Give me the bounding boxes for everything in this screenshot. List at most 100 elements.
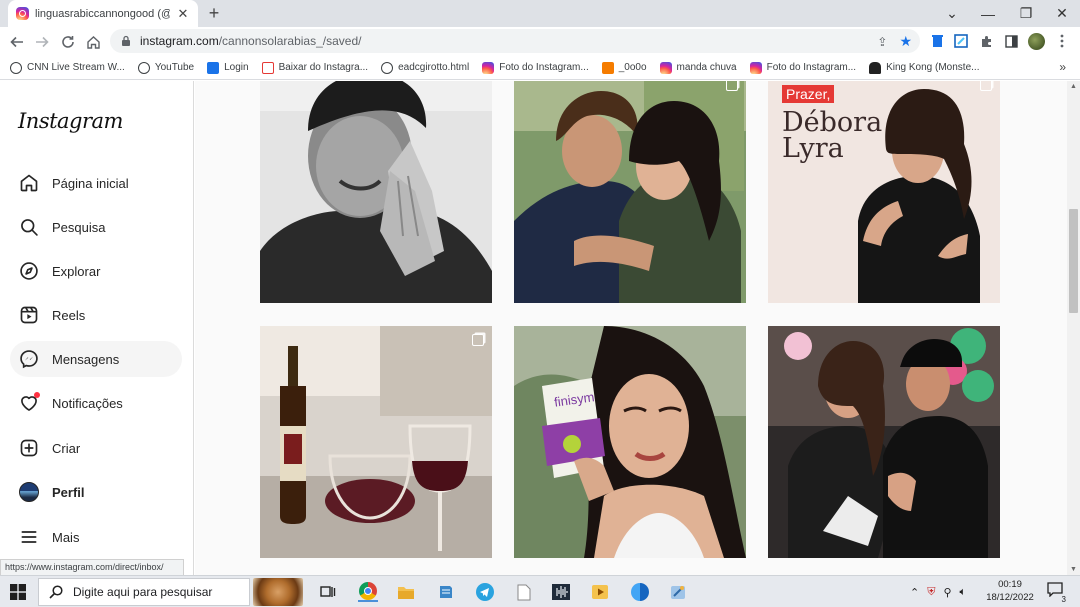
- nav-more[interactable]: Mais: [10, 519, 182, 555]
- saved-post-1[interactable]: [260, 81, 492, 303]
- carousel-icon: [726, 81, 738, 91]
- nav-messages[interactable]: Mensagens: [10, 341, 182, 377]
- nav-explore[interactable]: Explorar: [10, 253, 182, 289]
- close-window-icon[interactable]: ✕: [1044, 0, 1080, 27]
- more-bookmarks-icon[interactable]: »: [1059, 60, 1066, 74]
- notification-center-icon[interactable]: 3: [1044, 582, 1066, 604]
- saved-post-3[interactable]: Prazer, Débora Lyra: [768, 81, 1000, 303]
- avatar-icon: [19, 482, 39, 502]
- post-4-image: [260, 326, 492, 558]
- plus-square-icon: [18, 437, 40, 459]
- app-notes-icon[interactable]: [436, 582, 456, 602]
- volume-icon[interactable]: 🔈︎: [960, 586, 967, 599]
- bookmark-6[interactable]: _0o0o: [601, 61, 647, 74]
- restore-icon[interactable]: ❐: [1008, 0, 1044, 27]
- bookmark-0[interactable]: CNN Live Stream W...: [10, 61, 125, 74]
- extensions-puzzle-icon[interactable]: [977, 32, 995, 50]
- instagram-icon: [659, 61, 672, 74]
- minimize-icon[interactable]: —: [970, 0, 1006, 27]
- bookmark-8[interactable]: Foto do Instagram...: [749, 61, 856, 74]
- scroll-up-icon[interactable]: ▲: [1067, 83, 1080, 90]
- antivirus-icon[interactable]: ⛨: [927, 586, 935, 599]
- nav-reels[interactable]: Reels: [10, 297, 182, 333]
- taskbar-search[interactable]: Digite aqui para pesquisar: [38, 578, 250, 606]
- address-bar[interactable]: instagram.com/cannonsolarabias_/saved/ ⇪…: [110, 29, 920, 53]
- nav-profile[interactable]: Perfil: [10, 474, 182, 510]
- system-tray: ⌃ ⛨ ⚲ 🔈︎: [910, 576, 966, 607]
- menu-icon: [18, 526, 40, 548]
- nav-label: Criar: [52, 440, 81, 456]
- post-3-line1: Débora: [782, 107, 883, 138]
- instagram-favicon-icon: [16, 7, 29, 20]
- notification-count: 3: [1061, 595, 1066, 604]
- show-hidden-icons-icon[interactable]: ⌃: [910, 586, 919, 599]
- bookmark-7[interactable]: manda chuva: [659, 61, 737, 74]
- search-highlight-image[interactable]: [253, 578, 303, 606]
- network-icon[interactable]: ⚲: [943, 586, 951, 599]
- share-icon[interactable]: ⇪: [877, 35, 887, 49]
- carousel-icon: [472, 334, 484, 346]
- taskbar-clock[interactable]: 00:19 18/12/2022: [984, 578, 1036, 604]
- nav-home[interactable]: Página inicial: [10, 165, 182, 201]
- nav-label: Reels: [52, 307, 86, 323]
- instagram-icon: [482, 61, 495, 74]
- bookmarks-bar: CNN Live Stream W... YouTube Login Baixa…: [0, 56, 1080, 80]
- home-browser-icon[interactable]: [82, 31, 104, 53]
- search-icon: [18, 216, 40, 238]
- chrome-taskbar-icon[interactable]: [358, 582, 378, 602]
- saved-posts-grid: Prazer, Débora Lyra finisym: [195, 81, 1067, 575]
- task-view-icon[interactable]: [318, 582, 338, 602]
- reload-icon[interactable]: [57, 31, 79, 53]
- tab-title: linguasrabiccannongood (@cann: [35, 7, 170, 20]
- nav-create[interactable]: Criar: [10, 430, 182, 466]
- messenger-icon: [18, 348, 40, 370]
- bookmark-star-icon[interactable]: ★: [899, 33, 912, 50]
- saved-post-2[interactable]: [514, 81, 746, 303]
- browser-app-icon[interactable]: [630, 582, 650, 602]
- post-3-tag: Prazer,: [782, 85, 835, 103]
- side-panel-icon[interactable]: [1002, 32, 1020, 50]
- clock-date: 18/12/2022: [986, 592, 1034, 603]
- nav-label: Mensagens: [52, 351, 120, 367]
- carousel-icon: [980, 81, 992, 91]
- new-tab-icon[interactable]: +: [204, 3, 224, 24]
- instagram-logo[interactable]: Instagram: [18, 109, 123, 133]
- saved-post-4[interactable]: [260, 326, 492, 558]
- bookmark-4[interactable]: eadcgirotto.html: [381, 61, 469, 74]
- post-5-image: [514, 326, 746, 558]
- back-icon[interactable]: [6, 31, 28, 53]
- bookmark-3[interactable]: Baixar do Instagra...: [261, 61, 368, 74]
- home-icon: [18, 172, 40, 194]
- document-icon[interactable]: [514, 582, 534, 602]
- browser-toolbar: instagram.com/cannonsolarabias_/saved/ ⇪…: [0, 27, 1080, 56]
- extension-screen-icon[interactable]: [952, 32, 970, 50]
- page-scrollbar[interactable]: ▲ ▼: [1067, 81, 1080, 575]
- audio-editor-icon[interactable]: [551, 582, 571, 602]
- taskbar-search-placeholder: Digite aqui para pesquisar: [73, 585, 213, 599]
- forward-icon[interactable]: [31, 31, 53, 53]
- nav-search[interactable]: Pesquisa: [10, 209, 182, 245]
- bookmark-9[interactable]: King Kong (Monste...: [869, 61, 979, 74]
- telegram-icon[interactable]: [475, 582, 495, 602]
- extension-trash-icon[interactable]: [928, 32, 946, 50]
- windows-start-icon[interactable]: [10, 584, 26, 600]
- nav-notifications[interactable]: Notificações: [10, 385, 182, 421]
- scrollbar-thumb[interactable]: [1069, 209, 1078, 313]
- profile-avatar-icon[interactable]: [1027, 32, 1045, 50]
- bookmark-5[interactable]: Foto do Instagram...: [482, 61, 589, 74]
- chrome-menu-icon[interactable]: [1053, 32, 1071, 50]
- saved-post-5[interactable]: finisym: [514, 326, 746, 558]
- instagram-sidebar: Instagram Página inicial Pesquisa Explor…: [0, 81, 194, 575]
- browser-tab-instagram[interactable]: linguasrabiccannongood (@cann ✕: [8, 0, 198, 27]
- file-explorer-icon[interactable]: [396, 582, 416, 602]
- bookmark-2[interactable]: Login: [207, 61, 249, 74]
- nav-label: Pesquisa: [52, 219, 106, 235]
- app-tool-icon[interactable]: [668, 582, 688, 602]
- bookmark-1[interactable]: YouTube: [137, 61, 194, 74]
- saved-post-6[interactable]: [768, 326, 1000, 558]
- scroll-down-icon[interactable]: ▼: [1067, 566, 1080, 573]
- search-icon: [49, 585, 63, 599]
- tab-search-icon[interactable]: ⌄: [934, 0, 970, 27]
- media-player-icon[interactable]: [590, 582, 610, 602]
- close-tab-icon[interactable]: ✕: [176, 6, 190, 22]
